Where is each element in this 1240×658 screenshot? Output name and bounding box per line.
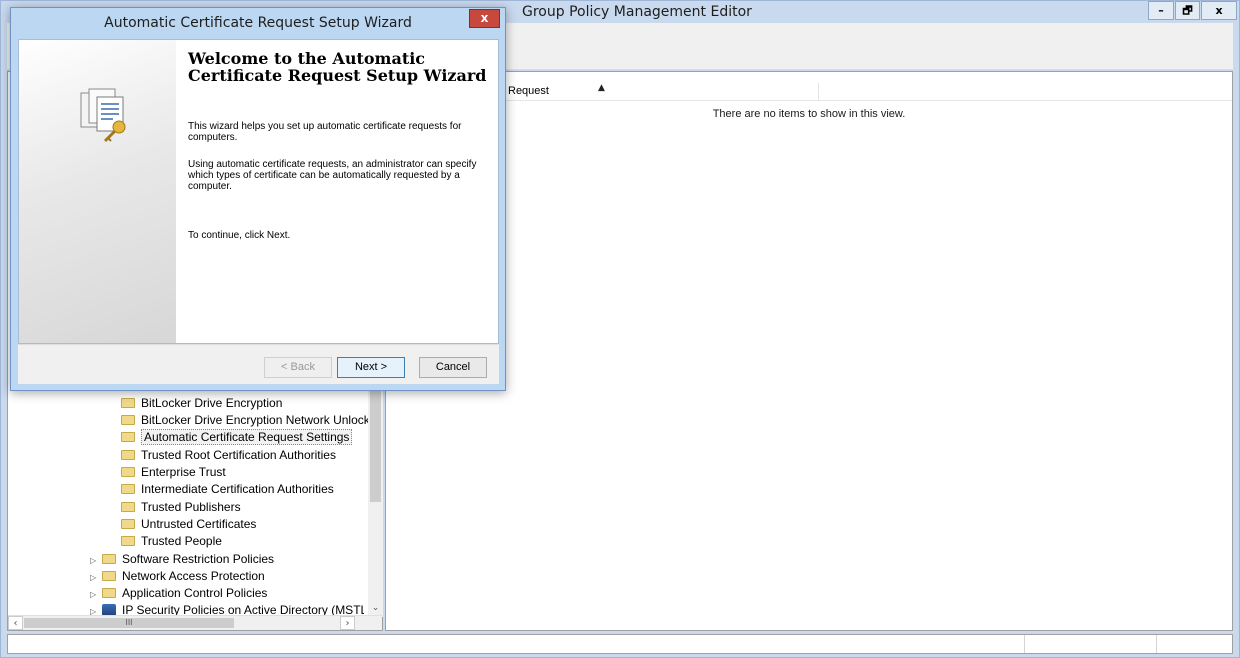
- column-divider[interactable]: [818, 83, 819, 100]
- tree-item-label: Network Access Protection: [122, 569, 265, 583]
- wizard-close-button[interactable]: x: [469, 9, 500, 28]
- empty-list-message: There are no items to show in this view.: [712, 108, 906, 120]
- column-header-row: Request ▲: [386, 83, 1232, 101]
- tree-item[interactable]: Trusted Root Certification Authorities: [121, 447, 336, 464]
- tree-item[interactable]: Trusted Publishers: [121, 499, 241, 516]
- tree-item-label: Enterprise Trust: [141, 465, 226, 479]
- tree-vertical-scroll-thumb[interactable]: [370, 372, 381, 502]
- next-button[interactable]: Next >: [337, 357, 405, 378]
- tree-item[interactable]: Enterprise Trust: [121, 464, 226, 481]
- tree-item[interactable]: ▷ Software Restriction Policies: [90, 551, 274, 568]
- expand-arrow-icon[interactable]: ▷: [90, 586, 100, 603]
- scroll-left-arrow-icon[interactable]: ‹: [8, 616, 23, 630]
- tree-item-label: Untrusted Certificates: [141, 517, 257, 531]
- wizard-description-text: Using automatic certificate requests, an…: [188, 159, 477, 192]
- tree-item-label: Trusted Publishers: [141, 500, 241, 514]
- folder-icon: [121, 536, 135, 546]
- tree-item[interactable]: Untrusted Certificates: [121, 516, 256, 533]
- wizard-title: Automatic Certificate Request Setup Wiza…: [104, 15, 412, 31]
- expand-arrow-icon[interactable]: ▷: [90, 552, 100, 569]
- tree-item-label: Software Restriction Policies: [122, 552, 275, 566]
- tree-item-selected[interactable]: Automatic Certificate Request Settings: [121, 429, 353, 446]
- folder-icon: [102, 588, 116, 598]
- details-list-view[interactable]: Request ▲ There are no items to show in …: [385, 71, 1233, 631]
- tree-item-label: Automatic Certificate Request Settings: [141, 429, 353, 445]
- folder-icon: [121, 415, 135, 425]
- folder-icon: [121, 432, 135, 442]
- wizard-heading: Welcome to the Automatic Certificate Req…: [188, 49, 487, 85]
- folder-icon: [121, 467, 135, 477]
- cancel-button[interactable]: Cancel: [419, 357, 487, 378]
- wizard-continue-text: To continue, click Next.: [188, 230, 291, 241]
- tree-item[interactable]: BitLocker Drive Encryption Network Unloc…: [121, 412, 370, 429]
- folder-icon: [121, 398, 135, 408]
- tree-horizontal-scroll-thumb[interactable]: III: [24, 618, 234, 628]
- wizard-titlebar[interactable]: Automatic Certificate Request Setup Wiza…: [11, 8, 505, 38]
- tree-item-label: Application Control Policies: [122, 586, 268, 600]
- sort-ascending-icon: ▲: [598, 83, 605, 93]
- status-bar: [7, 634, 1233, 654]
- expand-arrow-icon[interactable]: ▷: [90, 569, 100, 586]
- tree-item-label: Intermediate Certification Authorities: [141, 482, 334, 496]
- folder-icon: [121, 450, 135, 460]
- back-button[interactable]: < Back: [264, 357, 332, 378]
- tree-item[interactable]: ▷ Application Control Policies: [90, 585, 267, 602]
- wizard-side-panel: [19, 40, 176, 343]
- folder-icon: [121, 502, 135, 512]
- certificate-key-icon: [80, 88, 126, 143]
- restore-button[interactable]: 🗗: [1175, 1, 1200, 20]
- status-separator: [1024, 635, 1025, 653]
- tree-horizontal-scrollbar[interactable]: ‹ III ›: [8, 615, 382, 630]
- wizard-button-bar: < Back Next > Cancel: [18, 344, 499, 384]
- tree-item[interactable]: ▷ Network Access Protection: [90, 568, 265, 585]
- scroll-right-arrow-icon[interactable]: ›: [340, 616, 355, 630]
- tree-item[interactable]: Trusted People: [121, 533, 222, 550]
- wizard-body: Welcome to the Automatic Certificate Req…: [18, 39, 499, 344]
- status-separator: [1156, 635, 1157, 653]
- folder-icon: [121, 519, 135, 529]
- certificate-request-wizard-dialog: Automatic Certificate Request Setup Wiza…: [10, 7, 506, 391]
- tree-item-label: Trusted People: [141, 534, 222, 548]
- tree-item[interactable]: BitLocker Drive Encryption: [121, 395, 282, 412]
- main-window-title: Group Policy Management Editor: [522, 4, 752, 20]
- column-header-request[interactable]: Request: [508, 85, 549, 97]
- tree-item-label: Trusted Root Certification Authorities: [141, 448, 336, 462]
- folder-icon: [102, 554, 116, 564]
- minimize-button[interactable]: –: [1148, 1, 1174, 20]
- main-close-button[interactable]: x: [1201, 1, 1237, 20]
- wizard-intro-text: This wizard helps you set up automatic c…: [188, 121, 462, 143]
- folder-icon: [102, 571, 116, 581]
- tree-item[interactable]: Intermediate Certification Authorities: [121, 481, 334, 498]
- tree-item-label: BitLocker Drive Encryption: [141, 396, 283, 410]
- scroll-down-arrow-icon[interactable]: ⌄: [368, 600, 383, 616]
- tree-item-label: BitLocker Drive Encryption Network Unloc…: [141, 413, 370, 427]
- folder-icon: [121, 484, 135, 494]
